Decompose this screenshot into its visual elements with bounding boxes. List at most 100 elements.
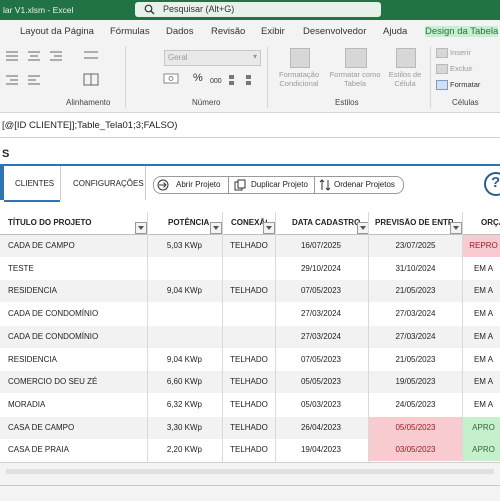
cell-previsao[interactable]: 21/05/2023 [369, 280, 462, 302]
cell-potencia[interactable]: 9,04 KWp [148, 349, 202, 371]
cell-previsao[interactable]: 24/05/2023 [369, 394, 462, 416]
nav-tab-clientes[interactable]: CLIENTES [4, 166, 60, 202]
cell-potencia[interactable] [148, 258, 202, 280]
cell-status[interactable]: EM A [463, 394, 500, 416]
cell-previsao[interactable]: 03/05/2023 [369, 439, 462, 462]
tab-revisao[interactable]: Revisão [211, 26, 245, 37]
cell-potencia[interactable]: 5,03 KWp [148, 235, 202, 257]
cell-titulo[interactable]: MORADIA [8, 394, 146, 416]
cell-cadastro[interactable]: 07/05/2023 [276, 280, 341, 302]
cell-cadastro[interactable]: 05/03/2023 [276, 394, 341, 416]
cell-status[interactable]: APRO [463, 439, 500, 462]
cell-cadastro[interactable]: 27/03/2024 [276, 326, 341, 348]
tab-formulas[interactable]: Fórmulas [110, 26, 150, 37]
currency-icon[interactable] [163, 72, 181, 86]
cell-conexao[interactable]: TELHADO [223, 417, 275, 439]
cell-cadastro[interactable]: 27/03/2024 [276, 303, 341, 325]
thousands-button[interactable]: 000 [210, 77, 222, 86]
abrir-projeto-button[interactable]: Abrir Projeto [153, 176, 229, 194]
cell-conexao[interactable]: TELHADO [223, 280, 275, 302]
table-row[interactable]: TESTE 29/10/2024 31/10/2024 EM A [0, 258, 500, 280]
cell-titulo[interactable]: COMERCIO DO SEU ZÉ [8, 371, 146, 393]
cell-status[interactable]: EM A [463, 303, 500, 325]
cell-conexao[interactable]: TELHADO [223, 371, 275, 393]
table-row[interactable]: RESIDENCIA 9,04 KWp TELHADO 07/05/2023 21/05… [0, 280, 500, 303]
decimal-icons[interactable] [228, 73, 262, 87]
cell-previsao[interactable]: 31/10/2024 [369, 258, 462, 280]
search-box[interactable]: Pesquisar (Alt+G) [135, 2, 381, 17]
cell-titulo[interactable]: CADA DE CONDOMÍNIO [8, 326, 146, 348]
tab-dados[interactable]: Dados [166, 26, 193, 37]
cell-potencia[interactable]: 6,60 KWp [148, 371, 202, 393]
tab-ajuda[interactable]: Ajuda [383, 26, 407, 37]
cell-potencia[interactable]: 3,30 KWp [148, 417, 202, 439]
cell-status[interactable]: EM A [463, 280, 500, 302]
cell-previsao[interactable]: 27/03/2024 [369, 326, 462, 348]
table-row[interactable]: MORADIA 6,32 KWp TELHADO 05/03/2023 24/05/20… [0, 394, 500, 416]
cell-cadastro[interactable]: 07/05/2023 [276, 349, 341, 371]
cell-status[interactable]: EM A [463, 371, 500, 393]
cell-status[interactable]: APRO [463, 416, 500, 439]
formula-bar[interactable]: [@[ID CLIENTE]];Table_Tela01;3;FALSO) [0, 113, 500, 138]
percent-button[interactable]: % [193, 73, 203, 84]
table-row[interactable]: RESIDENCIA 9,04 KWp TELHADO 07/05/2023 21/05… [0, 349, 500, 371]
tab-exibir[interactable]: Exibir [261, 26, 285, 37]
tab-layout[interactable]: Layout da Página [20, 26, 94, 37]
cell-previsao[interactable]: 05/05/2023 [369, 416, 462, 439]
cell-potencia[interactable]: 2,20 KWp [148, 439, 202, 461]
cell-potencia[interactable]: 6,32 KWp [148, 394, 202, 416]
cell-titulo[interactable]: CADA DE CONDOMÍNIO [8, 303, 146, 325]
horizontal-scrollbar[interactable] [6, 469, 494, 474]
cell-titulo[interactable]: CASA DE CAMPO [8, 417, 146, 439]
cell-potencia[interactable]: 9,04 KWp [148, 280, 202, 302]
cell-titulo[interactable]: RESIDENCIA [8, 280, 146, 302]
cell-status[interactable]: EM A [463, 326, 500, 348]
cell-styles-button[interactable]: Estilos de Célula [384, 70, 426, 88]
format-as-table-button[interactable]: Formatar como Tabela [326, 70, 384, 88]
filter-conexao-button[interactable] [263, 222, 275, 234]
filter-potencia-button[interactable] [210, 222, 222, 234]
cell-titulo[interactable]: CADA DE CAMPO [8, 235, 146, 257]
cell-titulo[interactable]: RESIDENCIA [8, 349, 146, 371]
filter-previsao-button[interactable] [450, 222, 462, 234]
tab-desenvolvedor[interactable]: Desenvolvedor [303, 26, 366, 37]
delete-button[interactable]: Excluir [450, 64, 473, 73]
table-row[interactable]: CADA DE CAMPO 5,03 KWp TELHADO 16/07/2025 23… [0, 235, 500, 257]
cell-status[interactable]: EM A [463, 258, 500, 280]
cell-cadastro[interactable]: 16/07/2025 [276, 235, 341, 257]
cell-potencia[interactable] [148, 303, 202, 325]
table-row[interactable]: CADA DE CONDOMÍNIO 27/03/2024 27/03/2024 EM… [0, 303, 500, 325]
cell-previsao[interactable]: 27/03/2024 [369, 303, 462, 325]
filter-titulo-button[interactable] [135, 222, 147, 234]
cell-status[interactable]: EM A [463, 349, 500, 371]
cell-titulo[interactable]: CASA DE PRAIA [8, 439, 146, 461]
cell-conexao[interactable] [223, 258, 275, 280]
table-row[interactable]: COMERCIO DO SEU ZÉ 6,60 KWp TELHADO 05/05/2… [0, 371, 500, 394]
table-row[interactable]: CASA DE PRAIA 2,20 KWp TELHADO 19/04/2023 03… [0, 439, 500, 462]
cell-cadastro[interactable]: 05/05/2023 [276, 371, 341, 393]
number-format-select[interactable]: Geral ▾ [164, 50, 261, 66]
cell-conexao[interactable]: TELHADO [223, 349, 275, 371]
cell-previsao[interactable]: 21/05/2023 [369, 349, 462, 371]
tab-design-tabela[interactable]: Design da Tabela [425, 26, 499, 37]
format-button[interactable]: Formatar [450, 80, 480, 89]
cell-titulo[interactable]: TESTE [8, 258, 146, 280]
cell-cadastro[interactable]: 19/04/2023 [276, 439, 341, 461]
cell-conexao[interactable]: TELHADO [223, 394, 275, 416]
cell-conexao[interactable]: TELHADO [223, 439, 275, 461]
cell-potencia[interactable] [148, 326, 202, 348]
help-button[interactable]: ? [484, 172, 500, 196]
cell-conexao[interactable] [223, 326, 275, 348]
insert-button[interactable]: Inserir [450, 48, 471, 57]
duplicar-projeto-button[interactable]: Duplicar Projeto [228, 176, 315, 194]
cell-conexao[interactable]: TELHADO [223, 235, 275, 257]
cell-conexao[interactable] [223, 303, 275, 325]
cell-previsao[interactable]: 19/05/2023 [369, 371, 462, 393]
cell-cadastro[interactable]: 26/04/2023 [276, 417, 341, 439]
cell-cadastro[interactable]: 29/10/2024 [276, 258, 341, 280]
table-row[interactable]: CADA DE CONDOMÍNIO 27/03/2024 27/03/2024 EM… [0, 325, 500, 348]
conditional-format-button[interactable]: Formatação Condicional [272, 70, 326, 88]
cell-status[interactable]: REPRO [463, 235, 500, 257]
nav-tab-configuracoes[interactable]: CONFIGURAÇÕES [61, 166, 145, 200]
cell-previsao[interactable]: 23/07/2025 [369, 235, 462, 257]
